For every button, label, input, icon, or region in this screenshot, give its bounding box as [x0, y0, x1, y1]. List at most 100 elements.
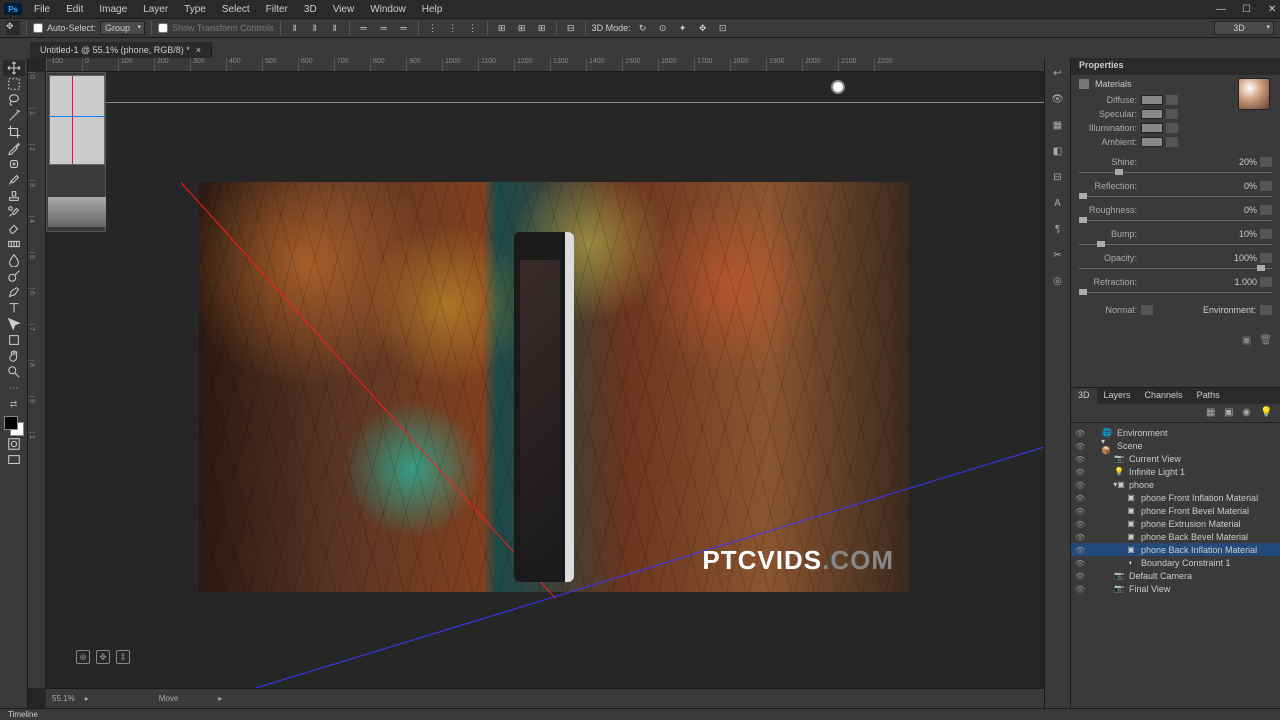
visibility-eye-icon[interactable]: [1075, 584, 1089, 594]
scale-icon[interactable]: ⊡: [715, 20, 731, 36]
align-top-icon[interactable]: ═: [356, 20, 372, 36]
history-panel-icon[interactable]: ↩: [1049, 64, 1067, 82]
menu-filter[interactable]: Filter: [258, 2, 296, 17]
distribute-v-icon[interactable]: ⋮: [445, 20, 461, 36]
menu-layer[interactable]: Layer: [135, 2, 176, 17]
visibility-eye-icon[interactable]: [1075, 506, 1089, 516]
visibility-eye-icon[interactable]: [1075, 467, 1089, 477]
auto-align3-icon[interactable]: ⊞: [534, 20, 550, 36]
type-tool[interactable]: [3, 300, 25, 316]
tab-3d[interactable]: 3D: [1071, 388, 1097, 404]
gradient-tool[interactable]: [3, 236, 25, 252]
zoom-arrow-icon[interactable]: ▸: [85, 694, 89, 703]
tree-row[interactable]: ◐Boundary Constraint 1: [1071, 556, 1280, 569]
brush-tool[interactable]: [3, 172, 25, 188]
value-slider[interactable]: [1079, 241, 1272, 249]
close-button[interactable]: ✕: [1260, 2, 1276, 17]
new-preset-icon[interactable]: ▣: [1242, 335, 1251, 346]
shape-tool[interactable]: [3, 332, 25, 348]
visibility-eye-icon[interactable]: [1075, 519, 1089, 529]
guide-line[interactable]: [46, 102, 1044, 103]
menu-type[interactable]: Type: [176, 2, 214, 17]
color-swatch[interactable]: [1141, 137, 1163, 147]
status-arrow-icon[interactable]: ▸: [218, 694, 222, 703]
tab-close-icon[interactable]: ×: [196, 45, 201, 55]
tab-channels[interactable]: Channels: [1138, 388, 1190, 404]
zoom-tool[interactable]: [3, 364, 25, 380]
texture-folder-icon[interactable]: [1166, 109, 1178, 119]
tree-row[interactable]: 📷Final View: [1071, 582, 1280, 595]
menu-edit[interactable]: Edit: [58, 2, 91, 17]
dodge-tool[interactable]: [3, 268, 25, 284]
visibility-eye-icon[interactable]: [1075, 532, 1089, 542]
brush-panel-icon[interactable]: ✂: [1049, 246, 1067, 264]
color-swatch[interactable]: [1141, 95, 1163, 105]
eraser-tool[interactable]: [3, 220, 25, 236]
tree-row[interactable]: ▣phone Front Bevel Material: [1071, 504, 1280, 517]
arrange-icon[interactable]: ⊟: [563, 20, 579, 36]
texture-folder-icon[interactable]: [1166, 95, 1178, 105]
lasso-tool[interactable]: [3, 92, 25, 108]
styles-panel-icon[interactable]: ⊟: [1049, 168, 1067, 186]
slide-icon[interactable]: ✥: [695, 20, 711, 36]
value-slider[interactable]: [1079, 265, 1272, 273]
prop-value[interactable]: 0%: [1223, 205, 1257, 215]
history-brush-tool[interactable]: [3, 204, 25, 220]
auto-align2-icon[interactable]: ⊞: [514, 20, 530, 36]
prop-value[interactable]: 10%: [1223, 229, 1257, 239]
paragraph-panel-icon[interactable]: ¶: [1049, 220, 1067, 238]
crop-tool[interactable]: [3, 124, 25, 140]
secondary-view[interactable]: [46, 72, 106, 232]
tree-row[interactable]: ▾▣phone: [1071, 478, 1280, 491]
auto-select-checkbox[interactable]: [33, 23, 43, 33]
prop-value[interactable]: 1.000: [1223, 277, 1257, 287]
align-left-icon[interactable]: ‖: [287, 20, 303, 36]
prop-value[interactable]: 0%: [1223, 181, 1257, 191]
menu-file[interactable]: File: [26, 2, 58, 17]
dolly-widget-icon[interactable]: ⇕: [116, 650, 130, 664]
adjustments-panel-icon[interactable]: ◧: [1049, 142, 1067, 160]
menu-view[interactable]: View: [325, 2, 363, 17]
properties-header[interactable]: Properties: [1071, 58, 1280, 75]
blur-tool[interactable]: [3, 252, 25, 268]
document-tab[interactable]: Untitled-1 @ 55.1% (phone, RGB/8) * ×: [30, 42, 212, 58]
value-slider[interactable]: [1079, 169, 1272, 177]
align-bottom-icon[interactable]: ═: [396, 20, 412, 36]
visibility-eye-icon[interactable]: [1075, 571, 1089, 581]
filter-material-icon[interactable]: ◉: [1242, 407, 1254, 419]
texture-folder-icon[interactable]: [1166, 137, 1178, 147]
info-panel-icon[interactable]: ◎: [1049, 272, 1067, 290]
pan-icon[interactable]: ✦: [675, 20, 691, 36]
group-dropdown[interactable]: Group: [100, 21, 145, 35]
move-tool[interactable]: [3, 60, 25, 76]
visibility-eye-icon[interactable]: [1075, 558, 1089, 568]
quickmask-tool[interactable]: [3, 436, 25, 452]
distribute-h-icon[interactable]: ⋮: [425, 20, 441, 36]
menu-window[interactable]: Window: [362, 2, 414, 17]
tree-row[interactable]: ▣phone Front Inflation Material: [1071, 491, 1280, 504]
texture-folder-icon[interactable]: [1260, 157, 1272, 167]
normal-folder-icon[interactable]: [1141, 305, 1153, 315]
edit-toolbar[interactable]: ⋯: [3, 380, 25, 396]
marquee-tool[interactable]: [3, 76, 25, 92]
trash-icon[interactable]: 🗑: [1259, 335, 1272, 346]
character-panel-icon[interactable]: A: [1049, 194, 1067, 212]
align-vcenter-icon[interactable]: ═: [376, 20, 392, 36]
pen-tool[interactable]: [3, 284, 25, 300]
canvas[interactable]: PTCVIDS.COM ⊕ ✥ ⇕: [46, 72, 1044, 688]
tree-row[interactable]: ▣phone Back Inflation Material: [1071, 543, 1280, 556]
visibility-eye-icon[interactable]: [1075, 480, 1089, 490]
env-folder-icon[interactable]: [1260, 305, 1272, 315]
menu-image[interactable]: Image: [91, 2, 135, 17]
zoom-value[interactable]: 55.1%: [52, 694, 75, 703]
maximize-button[interactable]: ☐: [1234, 2, 1250, 17]
texture-folder-icon[interactable]: [1260, 253, 1272, 263]
menu-help[interactable]: Help: [414, 2, 451, 17]
texture-folder-icon[interactable]: [1166, 123, 1178, 133]
tree-row[interactable]: 📷Default Camera: [1071, 569, 1280, 582]
value-slider[interactable]: [1079, 289, 1272, 297]
material-preview-sphere[interactable]: [1238, 78, 1270, 110]
minimize-button[interactable]: —: [1208, 2, 1224, 17]
visibility-eye-icon[interactable]: [1075, 454, 1089, 464]
visibility-eye-icon[interactable]: [1075, 545, 1089, 555]
